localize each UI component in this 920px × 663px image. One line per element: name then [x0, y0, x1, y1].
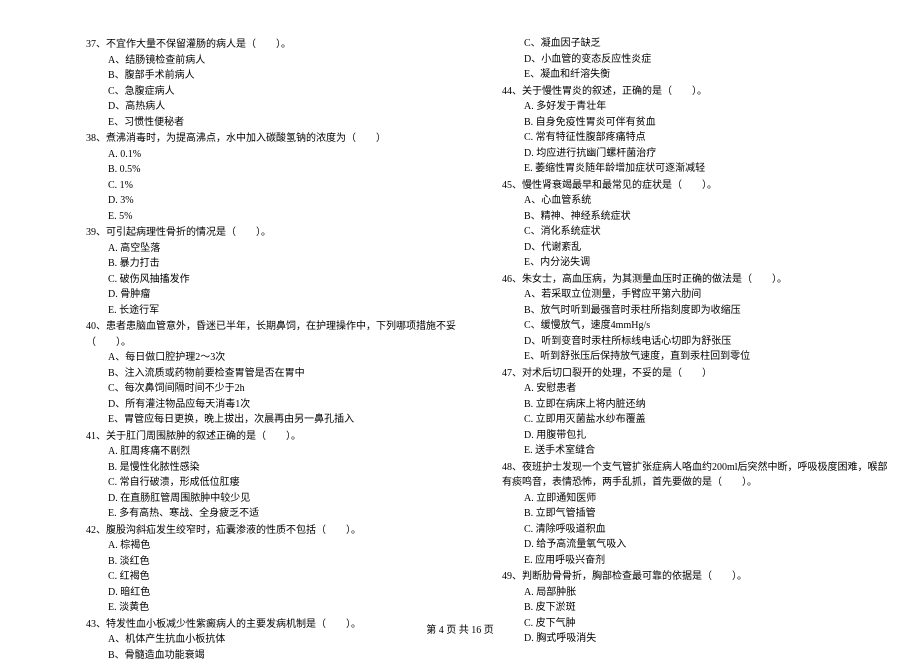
q46-opt-b: B、放气时听到最强音时汞柱所指刻度即为收缩压: [502, 303, 890, 319]
q39-opt-a: A. 高空坠落: [86, 241, 474, 257]
q41-opt-a: A. 肛周疼痛不剧烈: [86, 444, 474, 460]
q39-opt-b: B. 暴力打击: [86, 256, 474, 272]
q48-opt-e: E. 应用呼吸兴奋剂: [502, 553, 890, 569]
q42-opt-c: C. 红褐色: [86, 569, 474, 585]
q39-stem: 39、可引起病理性骨折的情况是（ ）。: [86, 225, 474, 241]
q46-stem: 46、朱女士，高血压病，为其测量血压时正确的做法是（ ）。: [502, 272, 890, 288]
q37-opt-e: E、习惯性便秘者: [86, 115, 474, 131]
q48-opt-b: B. 立即气管插管: [502, 506, 890, 522]
q45-opt-e: E、内分泌失调: [502, 255, 890, 271]
q38-opt-d: D. 3%: [86, 193, 474, 209]
q38-stem: 38、煮沸消毒时，为提高沸点，水中加入碳酸氢钠的浓度为（ ）: [86, 131, 474, 147]
q46-opt-c: C、缓慢放气，速度4mmHg/s: [502, 318, 890, 334]
q44-opt-a: A. 多好发于青壮年: [502, 99, 890, 115]
q44-opt-d: D. 均应进行抗幽门螺杆菌治疗: [502, 146, 890, 162]
q45-opt-b: B、精神、神经系统症状: [502, 209, 890, 225]
q40-opt-e: E、胃管应每日更换，晚上拔出，次晨再由另一鼻孔插入: [86, 412, 474, 428]
q38-opt-e: E. 5%: [86, 209, 474, 225]
q48-opt-d: D. 给予高流量氧气吸入: [502, 537, 890, 553]
page-content: 37、不宜作大量不保留灌肠的病人是（ ）。 A、结肠镜检查前病人 B、腹部手术前…: [0, 0, 920, 663]
q38-opt-c: C. 1%: [86, 178, 474, 194]
q48-opt-c: C. 清除呼吸道积血: [502, 522, 890, 538]
q47-opt-c: C. 立即用灭菌盐水纱布覆盖: [502, 412, 890, 428]
q45-stem: 45、慢性肾衰竭最早和最常见的症状是（ ）。: [502, 178, 890, 194]
q46-opt-d: D、听到变音时汞柱所标线电话心切即为舒张压: [502, 334, 890, 350]
left-column: 37、不宜作大量不保留灌肠的病人是（ ）。 A、结肠镜检查前病人 B、腹部手术前…: [86, 36, 474, 663]
q46-opt-e: E、听到舒张压后保持放气速度，直到汞柱回到零位: [502, 349, 890, 365]
q49-stem: 49、判断肋骨骨折，胸部检查最可靠的依据是（ ）。: [502, 569, 890, 585]
q40-stem: 40、患者患脑血管意外，昏迷已半年，长期鼻饲，在护理操作中，下列哪项措施不妥（ …: [86, 319, 474, 350]
q40-opt-d: D、所有灌注物品应每天消毒1次: [86, 397, 474, 413]
q49-opt-a: A. 局部肿胀: [502, 585, 890, 601]
q43-opt-d: D、小血管的变态反应性炎症: [502, 52, 890, 68]
q41-stem: 41、关于肛门周围脓肿的叙述正确的是（ ）。: [86, 429, 474, 445]
q47-opt-e: E. 送手术室缝合: [502, 443, 890, 459]
q48-opt-a: A. 立即通知医师: [502, 491, 890, 507]
q44-opt-e: E. 萎缩性胃炎随年龄增加症状可逐渐减轻: [502, 161, 890, 177]
q42-opt-d: D. 暗红色: [86, 585, 474, 601]
q44-opt-b: B. 自身免疫性胃炎可伴有贫血: [502, 115, 890, 131]
q45-opt-d: D、代谢紊乱: [502, 240, 890, 256]
q43-opt-e: E、凝血和纤溶失衡: [502, 67, 890, 83]
q37-stem: 37、不宜作大量不保留灌肠的病人是（ ）。: [86, 37, 474, 53]
q47-opt-d: D. 用腹带包扎: [502, 428, 890, 444]
q37-opt-c: C、急腹症病人: [86, 84, 474, 100]
q42-opt-b: B. 淡红色: [86, 554, 474, 570]
q45-opt-c: C、消化系统症状: [502, 224, 890, 240]
right-column: C、凝血因子缺乏 D、小血管的变态反应性炎症 E、凝血和纤溶失衡 44、关于慢性…: [502, 36, 890, 663]
q48-stem: 48、夜班护士发现一个支气管扩张症病人咯血约200ml后突然中断，呼吸极度困难，…: [502, 460, 890, 491]
q44-opt-c: C. 常有特征性腹部疼痛特点: [502, 130, 890, 146]
q43-opt-c: C、凝血因子缺乏: [502, 36, 890, 52]
page-footer: 第 4 页 共 16 页: [0, 621, 920, 636]
q38-opt-a: A. 0.1%: [86, 147, 474, 163]
q37-opt-a: A、结肠镜检查前病人: [86, 53, 474, 69]
q44-stem: 44、关于慢性胃炎的叙述，正确的是（ ）。: [502, 84, 890, 100]
q42-opt-a: A. 棕褐色: [86, 538, 474, 554]
q42-stem: 42、腹股沟斜疝发生绞窄时，疝囊渗液的性质不包括（ ）。: [86, 523, 474, 539]
q39-opt-c: C. 破伤风抽搐发作: [86, 272, 474, 288]
q41-opt-e: E. 多有高热、寒战、全身疲乏不适: [86, 506, 474, 522]
q41-opt-d: D. 在直肠肛管周围脓肿中较少见: [86, 491, 474, 507]
q49-opt-b: B. 皮下淤斑: [502, 600, 890, 616]
q40-opt-b: B、注入流质或药物前要检查胃管是否在胃中: [86, 366, 474, 382]
q37-opt-b: B、腹部手术前病人: [86, 68, 474, 84]
q47-stem: 47、对术后切口裂开的处理，不妥的是（ ）: [502, 366, 890, 382]
q37-opt-d: D、高热病人: [86, 99, 474, 115]
q39-opt-e: E. 长途行军: [86, 303, 474, 319]
q40-opt-c: C、每次鼻饲间隔时间不少于2h: [86, 381, 474, 397]
q42-opt-e: E. 淡黄色: [86, 600, 474, 616]
q45-opt-a: A、心血管系统: [502, 193, 890, 209]
q47-opt-a: A. 安慰患者: [502, 381, 890, 397]
q46-opt-a: A、若采取立位测量，手臂应平第六肋间: [502, 287, 890, 303]
q38-opt-b: B. 0.5%: [86, 162, 474, 178]
q39-opt-d: D. 骨肿瘤: [86, 287, 474, 303]
q41-opt-b: B. 是慢性化脓性感染: [86, 460, 474, 476]
q40-opt-a: A、每日做口腔护理2～3次: [86, 350, 474, 366]
q41-opt-c: C. 常自行破溃，形成低位肛瘘: [86, 475, 474, 491]
q47-opt-b: B. 立即在病床上将内脏还纳: [502, 397, 890, 413]
